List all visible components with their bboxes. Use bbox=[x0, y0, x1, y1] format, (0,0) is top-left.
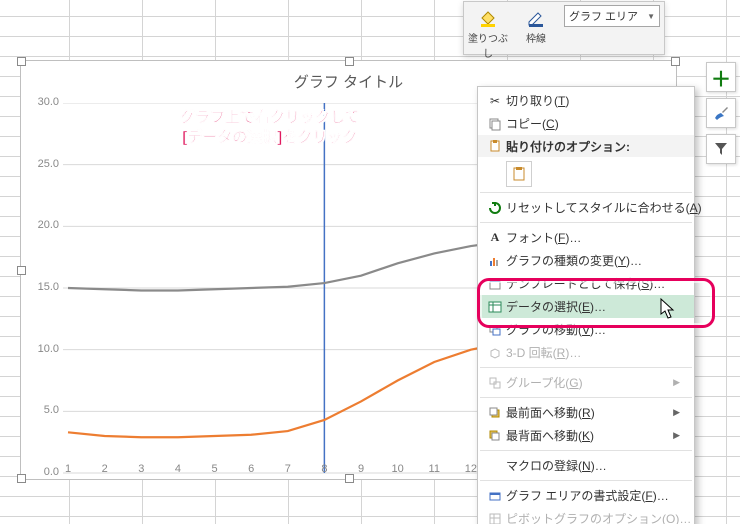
menu-copy[interactable]: コピー(C) bbox=[478, 112, 694, 135]
scissors-icon: ✂ bbox=[484, 92, 506, 110]
callout-annotation: グラフ上で右クリックして [データの選択]をクリック bbox=[180, 108, 360, 147]
paste-option-row bbox=[478, 157, 694, 189]
resize-handle[interactable] bbox=[17, 474, 26, 483]
chevron-right-icon: ▶ bbox=[673, 407, 680, 418]
menu-3d-rotation: 3-D 回転(R)… bbox=[478, 341, 694, 364]
menu-cut[interactable]: ✂ 切り取り(T) bbox=[478, 89, 694, 112]
menu-format-chart-area[interactable]: グラフ エリアの書式設定(F)… bbox=[478, 484, 694, 507]
menu-reset-style[interactable]: リセットしてスタイルに合わせる(A) bbox=[478, 196, 694, 219]
menu-separator bbox=[480, 450, 692, 451]
menu-assign-macro[interactable]: マクロの登録(N)… bbox=[478, 454, 694, 477]
menu-bring-front[interactable]: 最前面へ移動(R) ▶ bbox=[478, 401, 694, 424]
resize-handle[interactable] bbox=[17, 266, 26, 275]
x-tick-label: 7 bbox=[285, 463, 291, 475]
chevron-right-icon: ▶ bbox=[673, 377, 680, 388]
chevron-down-icon: ▼ bbox=[647, 12, 655, 21]
funnel-icon bbox=[713, 141, 729, 157]
x-tick-label: 8 bbox=[321, 463, 327, 475]
reset-icon bbox=[484, 199, 506, 217]
save-template-icon bbox=[484, 275, 506, 293]
y-tick-label: 20.0 bbox=[29, 219, 59, 231]
menu-separator bbox=[480, 480, 692, 481]
font-icon: A bbox=[484, 229, 506, 247]
chart-add-element-button[interactable]: ＋ bbox=[706, 62, 736, 92]
menu-save-template[interactable]: テンプレートとして保存(S)… bbox=[478, 272, 694, 295]
menu-change-chart-type[interactable]: グラフの種類の変更(Y)… bbox=[478, 249, 694, 272]
brush-icon bbox=[712, 104, 730, 122]
y-tick-label: 0.0 bbox=[29, 466, 59, 478]
plus-icon: ＋ bbox=[711, 63, 731, 92]
resize-handle[interactable] bbox=[17, 57, 26, 66]
group-icon bbox=[484, 374, 506, 392]
chart-element-select[interactable]: グラフ エリア ▼ bbox=[564, 5, 660, 27]
x-tick-label: 5 bbox=[211, 463, 217, 475]
chart-style-button[interactable] bbox=[706, 98, 736, 128]
menu-move-chart[interactable]: グラフの移動(V)… bbox=[478, 318, 694, 341]
y-tick-label: 25.0 bbox=[29, 158, 59, 170]
menu-select-data[interactable]: データの選択(E)… bbox=[478, 295, 694, 318]
paste-option-button[interactable] bbox=[506, 161, 532, 187]
format-icon bbox=[484, 487, 506, 505]
x-tick-label: 9 bbox=[358, 463, 364, 475]
x-tick-label: 12 bbox=[465, 463, 477, 475]
chart-element-select-value: グラフ エリア bbox=[569, 8, 638, 24]
resize-handle[interactable] bbox=[345, 57, 354, 66]
move-chart-icon bbox=[484, 321, 506, 339]
menu-separator bbox=[480, 397, 692, 398]
chart-type-icon bbox=[484, 252, 506, 270]
menu-pivotchart-options: ピボットグラフのオプション(O)… bbox=[478, 507, 694, 524]
copy-icon bbox=[484, 115, 506, 133]
outline-label: 枠線 bbox=[512, 30, 560, 45]
bring-front-icon bbox=[484, 404, 506, 422]
pen-icon bbox=[512, 6, 560, 30]
pivot-icon bbox=[484, 510, 506, 524]
fill-button[interactable]: 塗りつぶし bbox=[464, 2, 512, 54]
x-tick-label: 2 bbox=[102, 463, 108, 475]
fill-label: 塗りつぶし bbox=[464, 30, 512, 60]
x-tick-label: 6 bbox=[248, 463, 254, 475]
chevron-right-icon: ▶ bbox=[673, 430, 680, 441]
mini-toolbar: 塗りつぶし 枠線 グラフ エリア ▼ bbox=[463, 1, 665, 55]
x-tick-label: 4 bbox=[175, 463, 181, 475]
x-tick-label: 3 bbox=[138, 463, 144, 475]
menu-group: グループ化(G) ▶ bbox=[478, 371, 694, 394]
clipboard-icon bbox=[511, 166, 527, 182]
paint-bucket-icon bbox=[464, 6, 512, 30]
menu-paste-options-header: 貼り付けのオプション: bbox=[478, 135, 694, 157]
cube-icon bbox=[484, 344, 506, 362]
y-tick-label: 15.0 bbox=[29, 281, 59, 293]
clipboard-icon bbox=[484, 137, 506, 155]
x-tick-label: 11 bbox=[429, 463, 440, 475]
x-tick-label: 10 bbox=[392, 463, 404, 475]
y-tick-label: 5.0 bbox=[29, 404, 59, 416]
context-menu: ✂ 切り取り(T) コピー(C) 貼り付けのオプション: リセットしてスタイルに… bbox=[477, 86, 695, 524]
send-back-icon bbox=[484, 427, 506, 445]
outline-button[interactable]: 枠線 bbox=[512, 2, 560, 54]
select-data-icon bbox=[484, 298, 506, 316]
menu-font[interactable]: A フォント(F)… bbox=[478, 226, 694, 249]
resize-handle[interactable] bbox=[671, 57, 680, 66]
menu-separator bbox=[480, 367, 692, 368]
menu-send-back[interactable]: 最背面へ移動(K) ▶ bbox=[478, 424, 694, 447]
chart-filter-button[interactable] bbox=[706, 134, 736, 164]
y-tick-label: 30.0 bbox=[29, 96, 59, 108]
x-tick-label: 1 bbox=[65, 463, 71, 475]
menu-separator bbox=[480, 222, 692, 223]
y-tick-label: 10.0 bbox=[29, 343, 59, 355]
menu-separator bbox=[480, 192, 692, 193]
